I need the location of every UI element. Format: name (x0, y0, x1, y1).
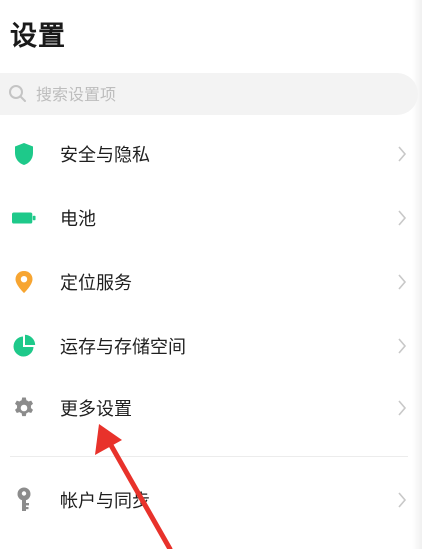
battery-icon (12, 206, 36, 230)
search-bar[interactable] (0, 73, 418, 115)
gear-icon (12, 396, 36, 420)
settings-item-label: 定位服务 (60, 273, 132, 294)
settings-item-label: 运存与存储空间 (60, 337, 186, 358)
settings-item-label: 电池 (60, 209, 96, 230)
settings-item-account-sync[interactable]: 帐户与同步 (0, 470, 412, 530)
settings-item-location[interactable]: 定位服务 (0, 252, 412, 312)
search-icon (9, 85, 26, 102)
chevron-right-icon (398, 210, 407, 226)
chevron-right-icon (398, 146, 407, 162)
chevron-right-icon (398, 400, 407, 416)
chevron-right-icon (398, 274, 407, 290)
location-pin-icon (12, 270, 36, 294)
key-icon (12, 487, 36, 512)
page-title: 设置 (10, 21, 66, 52)
chevron-right-icon (398, 338, 407, 354)
settings-item-label: 安全与隐私 (60, 145, 150, 166)
settings-item-label: 帐户与同步 (60, 491, 150, 512)
search-input[interactable] (34, 83, 398, 105)
settings-item-security-privacy[interactable]: 安全与隐私 (0, 124, 412, 184)
section-divider (10, 456, 408, 457)
pie-chart-icon (12, 334, 36, 358)
settings-item-label: 更多设置 (60, 399, 132, 420)
shield-icon (12, 142, 36, 166)
settings-item-battery[interactable]: 电池 (0, 188, 412, 248)
settings-item-more-settings[interactable]: 更多设置 (0, 378, 412, 438)
settings-item-memory-storage[interactable]: 运存与存储空间 (0, 316, 412, 376)
chevron-right-icon (398, 492, 407, 508)
